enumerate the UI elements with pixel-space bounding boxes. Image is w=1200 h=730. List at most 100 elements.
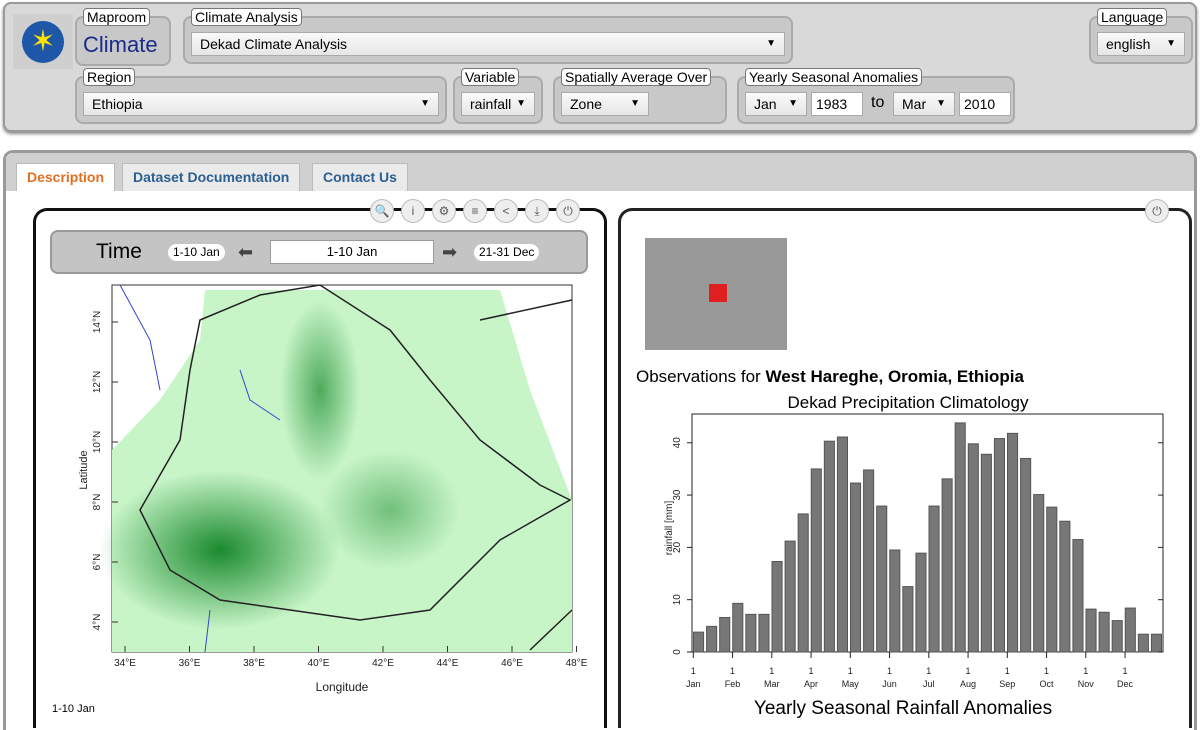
x-tick-month: Jun (882, 679, 897, 689)
map-footer-date: 1-10 Jan (52, 703, 95, 715)
x-tick-label: 34°E (114, 658, 136, 669)
zoom-icon[interactable]: 🔍 (370, 199, 394, 223)
rainfall-map[interactable]: 34°E 36°E 38°E 40°E 42°E 44°E 46°E 48°E 4°N 6°N 8°… (60, 280, 600, 700)
y-tick-label: 10°N (92, 431, 103, 453)
bar (954, 422, 966, 653)
y-tick-label: 40 (672, 437, 683, 449)
time-control: Time 1-10 Jan ⬅ 1-10 Jan ➡ 21-31 Dec (50, 230, 588, 274)
x-tick-month: Mar (764, 679, 780, 689)
bar (915, 552, 927, 653)
x-tick-month: Jul (923, 679, 935, 689)
end-year-input[interactable]: 2010 (959, 92, 1011, 116)
star-emblem-icon: ✶ (22, 20, 64, 63)
climatology-chart: Dekad Precipitation Climatology rainfall… (664, 393, 1164, 719)
end-month-select[interactable]: Mar ▼ (893, 92, 955, 116)
x-tick-month: Aug (960, 679, 976, 689)
chart-title: Dekad Precipitation Climatology (788, 393, 1029, 412)
y-tick-label: 10 (672, 594, 683, 606)
bar (889, 549, 901, 653)
x-tick-label: 44°E (437, 658, 459, 669)
analysis-legend: Climate Analysis (191, 8, 302, 26)
region-group: Region Ethiopia ▼ (75, 68, 447, 124)
bar (732, 602, 744, 653)
region-select[interactable]: Ethiopia ▼ (83, 92, 439, 116)
header-controls: ✶ Maproom Climate Climate Analysis Dekad… (3, 2, 1197, 132)
x-tick-month: Jan (686, 679, 701, 689)
x-axis-label: Longitude (316, 680, 369, 694)
x-tick-label: 40°E (308, 658, 330, 669)
download-icon[interactable]: ⤓ (525, 199, 549, 223)
list-icon[interactable]: ≡ (463, 199, 487, 223)
analysis-select[interactable]: Dekad Climate Analysis ▼ (191, 32, 785, 56)
bar (1072, 539, 1084, 653)
x-tick-day: 1 (730, 666, 735, 676)
start-month-select[interactable]: Jan ▼ (745, 92, 807, 116)
bar (836, 436, 849, 653)
maproom-legend: Maproom (83, 8, 151, 26)
bar (810, 468, 822, 653)
maproom-link[interactable]: Climate (83, 32, 158, 58)
x-tick-month: Oct (1040, 679, 1055, 689)
x-tick-month: May (842, 679, 860, 689)
tab-contact-us[interactable]: Contact Us (312, 163, 408, 191)
arrow-right-icon[interactable]: ➡ (442, 242, 457, 263)
x-tick-day: 1 (887, 666, 892, 676)
bar (980, 453, 992, 653)
arrow-left-icon[interactable]: ⬅ (238, 242, 253, 263)
x-tick-label: 42°E (372, 658, 394, 669)
bar (1137, 633, 1149, 653)
bar (1046, 506, 1058, 653)
time-input[interactable]: 1-10 Jan (270, 240, 434, 264)
region-value: Ethiopia (92, 96, 143, 112)
y-tick-label: 20 (672, 541, 683, 553)
x-tick-day: 1 (1083, 666, 1088, 676)
analysis-value: Dekad Climate Analysis (200, 36, 348, 52)
language-group: Language english ▼ (1089, 8, 1193, 64)
language-legend: Language (1097, 8, 1168, 26)
bar (1020, 457, 1032, 653)
power-icon[interactable]: ⏻ (556, 199, 580, 223)
tab-description[interactable]: Description (16, 163, 116, 191)
spatial-select[interactable]: Zone ▼ (561, 92, 649, 116)
power-icon[interactable]: ⏻ (1145, 199, 1169, 223)
share-icon[interactable]: < (494, 199, 518, 223)
first-time-button[interactable]: 1-10 Jan (168, 244, 225, 261)
variable-select[interactable]: rainfall ▼ (461, 92, 535, 116)
y-tick-label: 12°N (92, 371, 103, 393)
locator-map[interactable] (645, 238, 787, 350)
x-tick-label: 46°E (501, 658, 523, 669)
bar (745, 613, 757, 653)
bar (1124, 607, 1136, 653)
x-tick-label: 48°E (566, 658, 588, 669)
y-tick-label: 0 (672, 649, 683, 655)
obs-prefix: Observations for (636, 367, 766, 386)
bar (706, 625, 718, 653)
x-tick-day: 1 (1044, 666, 1049, 676)
x-tick-month: Sep (999, 679, 1015, 689)
tab-dataset-documentation[interactable]: Dataset Documentation (122, 163, 301, 191)
bar (967, 443, 979, 653)
gear-icon[interactable]: ⚙ (432, 199, 456, 223)
dropdown-arrow-icon: ▼ (516, 98, 526, 109)
last-time-button[interactable]: 21-31 Dec (474, 244, 540, 261)
bar (719, 616, 731, 653)
bar (797, 513, 809, 653)
spatial-group: Spatially Average Over Zone ▼ (553, 68, 727, 124)
region-legend: Region (83, 68, 136, 86)
dropdown-arrow-icon: ▼ (630, 98, 640, 109)
to-label: to (871, 94, 885, 111)
x-tick-day: 1 (1123, 666, 1128, 676)
time-label: Time (96, 240, 142, 263)
bar (784, 540, 796, 653)
x-tick-day: 1 (691, 666, 696, 676)
start-year-input[interactable]: 1983 (811, 92, 863, 116)
variable-group: Variable rainfall ▼ (453, 68, 543, 124)
language-select[interactable]: english ▼ (1097, 32, 1185, 56)
y-tick-label: 14°N (92, 311, 103, 333)
logo[interactable]: ✶ (13, 14, 73, 69)
x-tick-label: 38°E (243, 658, 265, 669)
x-tick-label: 36°E (179, 658, 201, 669)
y-tick-label: 4°N (92, 614, 103, 631)
x-tick-day: 1 (809, 666, 814, 676)
info-icon[interactable]: i (401, 199, 425, 223)
